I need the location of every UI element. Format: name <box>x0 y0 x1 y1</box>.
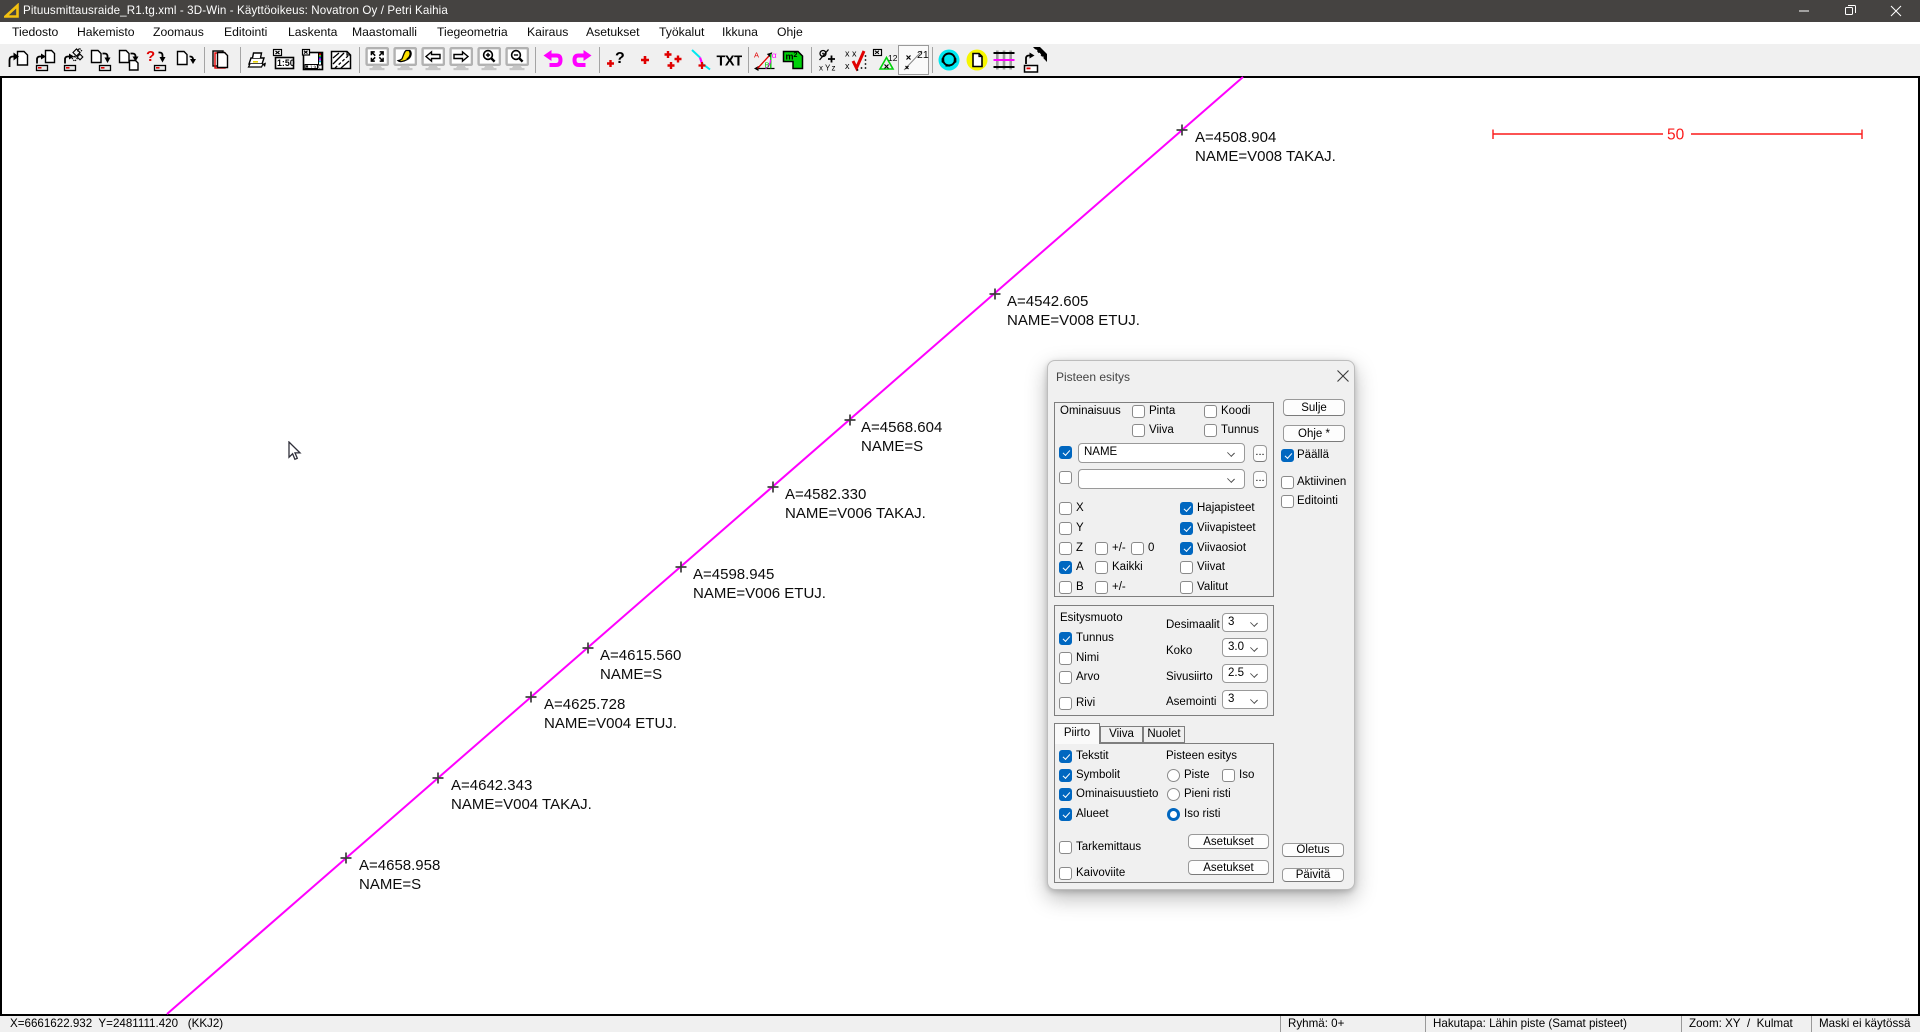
svg-text:1:XX: 1:XX <box>310 65 320 70</box>
svg-text:B: B <box>765 61 770 70</box>
svg-text:x: x <box>845 61 850 71</box>
svg-text:?: ? <box>615 50 625 67</box>
svg-text:1:50: 1:50 <box>277 58 295 68</box>
svg-text:m: m <box>786 52 794 62</box>
svg-text:2: 2 <box>794 52 798 59</box>
svg-text:?: ? <box>146 48 155 65</box>
svg-text:21: 21 <box>917 49 929 61</box>
svg-text:50: 50 <box>1667 127 1685 144</box>
svg-text:α: α <box>772 50 777 60</box>
svg-text:x: x <box>845 49 850 59</box>
svg-text:TXT: TXT <box>717 54 743 70</box>
svg-text:x: x <box>819 64 823 73</box>
svg-text:12: 12 <box>888 53 898 63</box>
svg-text:Y: Y <box>825 64 831 73</box>
svg-text:A: A <box>754 51 759 60</box>
svg-text:x: x <box>852 49 857 59</box>
svg-text:z: z <box>832 64 836 73</box>
